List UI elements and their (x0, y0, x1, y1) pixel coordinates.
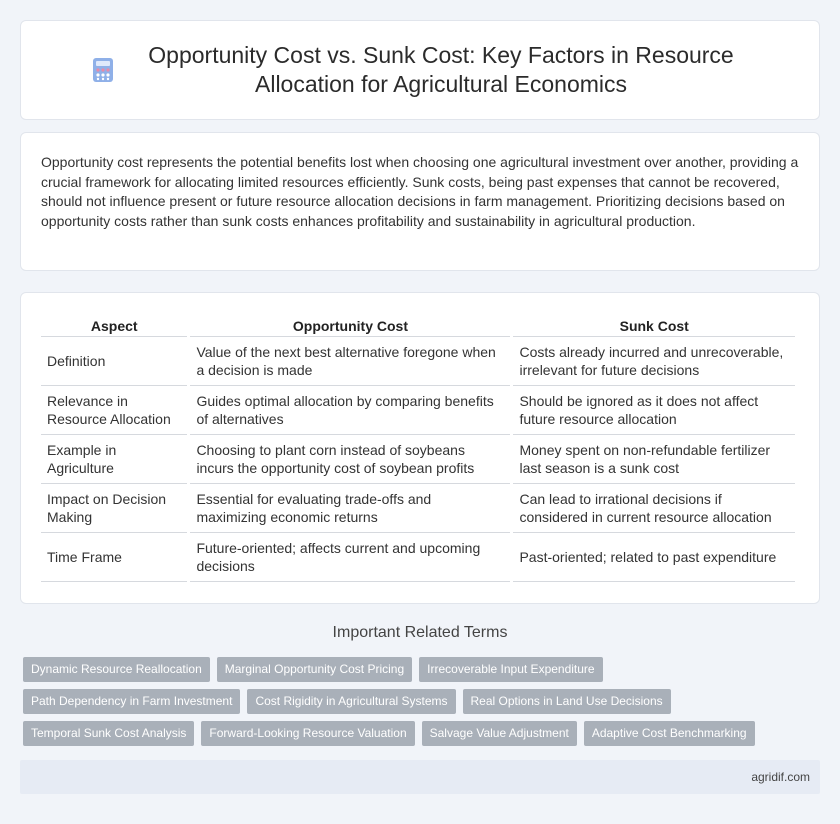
related-term-tag[interactable]: Cost Rigidity in Agricultural Systems (247, 689, 456, 714)
row-opportunity-cost: Essential for evaluating trade-offs and … (190, 484, 511, 533)
comparison-table: Aspect Opportunity Cost Sunk Cost Defini… (38, 315, 798, 582)
related-terms-row: Temporal Sunk Cost Analysis Forward-Look… (23, 721, 755, 746)
table-row: Time Frame Future-oriented; affects curr… (41, 533, 795, 582)
row-opportunity-cost: Value of the next best alternative foreg… (190, 337, 511, 386)
row-aspect: Time Frame (41, 533, 188, 582)
row-opportunity-cost: Choosing to plant corn instead of soybea… (190, 435, 511, 484)
related-term-tag[interactable]: Path Dependency in Farm Investment (23, 689, 241, 714)
related-term-tag[interactable]: Forward-Looking Resource Valuation (201, 721, 415, 746)
row-sunk-cost: Past-oriented; related to past expenditu… (513, 533, 795, 582)
row-opportunity-cost: Future-oriented; affects current and upc… (190, 533, 511, 582)
footer-site-link[interactable]: agridif.com (751, 770, 810, 784)
row-aspect: Example in Agriculture (41, 435, 188, 484)
page-title: Opportunity Cost vs. Sunk Cost: Key Fact… (148, 42, 734, 97)
row-aspect: Definition (41, 337, 188, 386)
related-term-tag[interactable]: Adaptive Cost Benchmarking (583, 721, 755, 746)
row-opportunity-cost: Guides optimal allocation by comparing b… (190, 386, 511, 435)
row-sunk-cost: Costs already incurred and unrecoverable… (513, 337, 795, 386)
intro-card: Opportunity cost represents the potentia… (20, 132, 820, 271)
intro-paragraph: Opportunity cost represents the potentia… (41, 154, 799, 229)
row-sunk-cost: Can lead to irrational decisions if cons… (513, 484, 795, 533)
row-aspect: Impact on Decision Making (41, 484, 188, 533)
related-term-tag[interactable]: Irrecoverable Input Expenditure (419, 657, 603, 682)
row-aspect: Relevance in Resource Allocation (41, 386, 188, 435)
table-row: Impact on Decision Making Essential for … (41, 484, 795, 533)
header-aspect: Aspect (41, 315, 188, 337)
related-term-tag[interactable]: Salvage Value Adjustment (421, 721, 577, 746)
related-term-tag[interactable]: Marginal Opportunity Cost Pricing (216, 657, 413, 682)
header-opportunity-cost: Opportunity Cost (190, 315, 511, 337)
calculator-icon (93, 58, 113, 82)
comparison-table-card: Aspect Opportunity Cost Sunk Cost Defini… (20, 292, 820, 604)
table-header-row: Aspect Opportunity Cost Sunk Cost (41, 315, 795, 337)
table-row: Example in Agriculture Choosing to plant… (41, 435, 795, 484)
footer: agridif.com (20, 760, 820, 794)
header-sunk-cost: Sunk Cost (513, 315, 795, 337)
row-sunk-cost: Money spent on non-refundable fertilizer… (513, 435, 795, 484)
related-terms-heading: Important Related Terms (332, 624, 508, 641)
table-row: Relevance in Resource Allocation Guides … (41, 386, 795, 435)
row-sunk-cost: Should be ignored as it does not affect … (513, 386, 795, 435)
title-card: Opportunity Cost vs. Sunk Cost: Key Fact… (20, 20, 820, 120)
related-term-tag[interactable]: Real Options in Land Use Decisions (462, 689, 671, 714)
table-row: Definition Value of the next best altern… (41, 337, 795, 386)
related-term-tag[interactable]: Dynamic Resource Reallocation (23, 657, 210, 682)
related-term-tag[interactable]: Temporal Sunk Cost Analysis (23, 721, 195, 746)
related-terms-row: Path Dependency in Farm Investment Cost … (23, 689, 671, 714)
related-terms-row: Dynamic Resource Reallocation Marginal O… (23, 657, 603, 682)
